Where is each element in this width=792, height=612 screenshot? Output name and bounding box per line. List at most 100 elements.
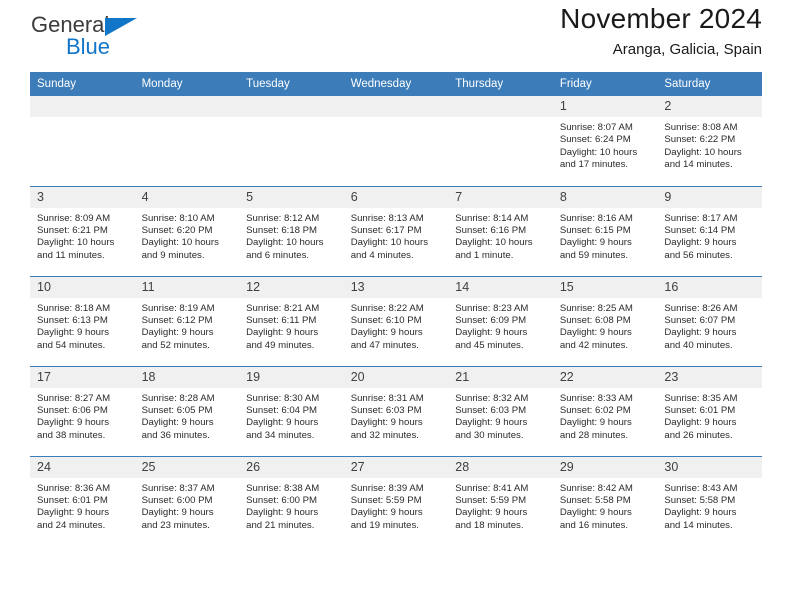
calendar-day-cell[interactable]: 6 Sunrise: 8:13 AM Sunset: 6:17 PM Daylight… [343,185,449,276]
day-number: 12 [239,276,344,298]
day-details: Sunrise: 8:07 AM Sunset: 6:24 PM Daylight:… [553,117,658,172]
daylight-duration-line2: and 26 minutes. [664,429,733,441]
generalblue-logo[interactable]: General Blue [30,12,250,64]
calendar-day-cell[interactable]: 14 Sunrise: 8:23 AM Sunset: 6:09 PM Dayligh… [448,275,553,366]
calendar-day-cell[interactable]: 19 Sunrise: 8:30 AM Sunset: 6:04 PM Dayligh… [239,365,344,456]
daylight-duration-line1: Daylight: 9 hours [37,327,109,339]
sunset-time: Sunset: 6:00 PM [246,494,318,506]
calendar-day-cell[interactable]: 10 Sunrise: 8:18 AM Sunset: 6:13 PM Dayligh… [30,275,135,366]
day-details: Sunrise: 8:22 AM Sunset: 6:10 PM Daylight:… [344,298,449,353]
day-details: Sunrise: 8:42 AM Sunset: 5:58 PM Daylight:… [553,478,658,533]
day-number: 5 [239,186,344,208]
daylight-duration-line2: and 16 minutes. [559,519,629,531]
daylight-duration-line2: and 45 minutes. [455,339,524,351]
sunset-time: Sunset: 5:58 PM [559,494,631,506]
day-number: 18 [134,366,240,388]
day-details: Sunrise: 8:10 AM Sunset: 6:20 PM Daylight:… [135,208,240,263]
sunrise-time: Sunrise: 8:36 AM [37,482,111,494]
day-number: 4 [134,186,240,208]
sunrise-time: Sunrise: 8:18 AM [37,302,111,314]
calendar-cell-empty [343,96,449,186]
daylight-duration-line1: Daylight: 9 hours [559,327,632,339]
sunset-time: Sunset: 6:08 PM [559,314,631,326]
daylight-duration-line2: and 38 minutes. [37,429,106,441]
day-number: 29 [552,456,658,478]
daylight-duration-line2: and 6 minutes. [246,249,310,261]
calendar-day-cell[interactable]: 20 Sunrise: 8:31 AM Sunset: 6:03 PM Dayligh… [343,365,449,456]
daylight-duration-line1: Daylight: 9 hours [664,237,737,249]
calendar-day-cell[interactable]: 24 Sunrise: 8:36 AM Sunset: 6:01 PM Dayligh… [30,455,135,546]
calendar-week-row: 10 Sunrise: 8:18 AM Sunset: 6:13 PM Dayligh… [30,275,762,366]
calendar-day-cell[interactable]: 15 Sunrise: 8:25 AM Sunset: 6:08 PM Dayligh… [552,275,658,366]
sunset-time: Sunset: 6:03 PM [350,404,422,416]
daylight-duration-line1: Daylight: 9 hours [141,327,214,339]
calendar-day-cell[interactable]: 3 Sunrise: 8:09 AM Sunset: 6:21 PM Daylight… [30,185,135,276]
calendar-day-cell[interactable]: 1 Sunrise: 8:07 AM Sunset: 6:24 PM Daylight… [552,96,658,186]
sunrise-time: Sunrise: 8:10 AM [141,212,215,224]
calendar-day-cell[interactable]: 26 Sunrise: 8:38 AM Sunset: 6:00 PM Dayligh… [239,455,344,546]
day-number: 9 [657,186,762,208]
calendar-day-cell[interactable]: 21 Sunrise: 8:32 AM Sunset: 6:03 PM Dayligh… [448,365,553,456]
weekday-header-tuesday: Tuesday [239,72,344,96]
day-number: 6 [343,186,449,208]
day-details: Sunrise: 8:13 AM Sunset: 6:17 PM Daylight:… [344,208,449,263]
calendar-day-cell[interactable]: 30 Sunrise: 8:43 AM Sunset: 5:58 PM Dayligh… [657,455,762,546]
sunset-time: Sunset: 6:24 PM [559,134,631,146]
calendar-cell-empty [134,96,240,186]
sunrise-time: Sunrise: 8:26 AM [664,302,738,314]
calendar-day-cell[interactable]: 12 Sunrise: 8:21 AM Sunset: 6:11 PM Dayligh… [239,275,344,366]
daylight-duration-line2: and 56 minutes. [664,249,733,261]
calendar-day-cell[interactable]: 18 Sunrise: 8:28 AM Sunset: 6:05 PM Dayligh… [134,365,240,456]
day-details: Sunrise: 8:12 AM Sunset: 6:18 PM Daylight:… [239,208,344,263]
calendar-body: 1 Sunrise: 8:07 AM Sunset: 6:24 PM Daylight… [30,96,762,546]
calendar-day-cell[interactable]: 7 Sunrise: 8:14 AM Sunset: 6:16 PM Daylight… [448,185,553,276]
daylight-duration-line1: Daylight: 9 hours [350,507,423,519]
day-number: 1 [552,96,658,117]
day-number [239,96,344,117]
daylight-duration-line2: and 14 minutes. [664,159,733,171]
daylight-duration-line1: Daylight: 10 hours [37,237,115,249]
calendar-day-cell[interactable]: 2 Sunrise: 8:08 AM Sunset: 6:22 PM Daylight… [657,96,762,186]
day-number: 2 [657,96,762,117]
daylight-duration-line2: and 28 minutes. [559,429,629,441]
day-details: Sunrise: 8:19 AM Sunset: 6:12 PM Daylight:… [135,298,240,353]
calendar-day-cell[interactable]: 28 Sunrise: 8:41 AM Sunset: 5:59 PM Dayligh… [448,455,553,546]
sunset-time: Sunset: 6:05 PM [141,404,213,416]
calendar-day-cell[interactable]: 4 Sunrise: 8:10 AM Sunset: 6:20 PM Daylight… [134,185,240,276]
sunrise-time: Sunrise: 8:33 AM [559,392,633,404]
sunrise-time: Sunrise: 8:39 AM [350,482,424,494]
calendar-day-cell[interactable]: 8 Sunrise: 8:16 AM Sunset: 6:15 PM Daylight… [552,185,658,276]
day-details: Sunrise: 8:38 AM Sunset: 6:00 PM Daylight:… [239,478,344,533]
day-details: Sunrise: 8:41 AM Sunset: 5:59 PM Daylight:… [448,478,553,533]
calendar-day-cell[interactable]: 11 Sunrise: 8:19 AM Sunset: 6:12 PM Dayligh… [134,275,240,366]
day-number: 17 [30,366,135,388]
calendar-day-cell[interactable]: 25 Sunrise: 8:37 AM Sunset: 6:00 PM Dayligh… [134,455,240,546]
calendar-day-cell[interactable]: 23 Sunrise: 8:35 AM Sunset: 6:01 PM Dayligh… [657,365,762,456]
calendar-day-cell[interactable]: 13 Sunrise: 8:22 AM Sunset: 6:10 PM Dayligh… [343,275,449,366]
sunrise-time: Sunrise: 8:21 AM [246,302,320,314]
sunset-time: Sunset: 6:01 PM [37,494,108,506]
sunrise-time: Sunrise: 8:17 AM [664,212,738,224]
daylight-duration-line1: Daylight: 10 hours [246,237,324,249]
calendar-day-cell[interactable]: 22 Sunrise: 8:33 AM Sunset: 6:02 PM Dayligh… [552,365,658,456]
calendar-week-row: 17 Sunrise: 8:27 AM Sunset: 6:06 PM Dayligh… [30,365,762,456]
sunrise-time: Sunrise: 8:37 AM [141,482,215,494]
calendar-header: Sunday Monday Tuesday Wednesday Thursday… [30,72,762,96]
daylight-duration-line2: and 9 minutes. [141,249,205,261]
calendar-day-cell[interactable]: 27 Sunrise: 8:39 AM Sunset: 5:59 PM Dayligh… [343,455,449,546]
calendar-day-cell[interactable]: 16 Sunrise: 8:26 AM Sunset: 6:07 PM Dayligh… [657,275,762,366]
daylight-duration-line1: Daylight: 9 hours [559,237,632,249]
day-details: Sunrise: 8:18 AM Sunset: 6:13 PM Daylight:… [30,298,135,353]
calendar-cell-empty [239,96,344,186]
sunrise-time: Sunrise: 8:07 AM [559,122,633,133]
daylight-duration-line2: and 23 minutes. [141,519,210,531]
calendar-week-row: 24 Sunrise: 8:36 AM Sunset: 6:01 PM Dayligh… [30,455,762,546]
day-details: Sunrise: 8:09 AM Sunset: 6:21 PM Daylight:… [30,208,135,263]
sunrise-time: Sunrise: 8:28 AM [141,392,215,404]
calendar-day-cell[interactable]: 17 Sunrise: 8:27 AM Sunset: 6:06 PM Dayligh… [30,365,135,456]
calendar-day-cell[interactable]: 9 Sunrise: 8:17 AM Sunset: 6:14 PM Daylight… [657,185,762,276]
daylight-duration-line1: Daylight: 10 hours [559,146,638,158]
weekday-header-wednesday: Wednesday [343,72,449,96]
calendar-day-cell[interactable]: 29 Sunrise: 8:42 AM Sunset: 5:58 PM Dayligh… [552,455,658,546]
calendar-day-cell[interactable]: 5 Sunrise: 8:12 AM Sunset: 6:18 PM Daylight… [239,185,344,276]
